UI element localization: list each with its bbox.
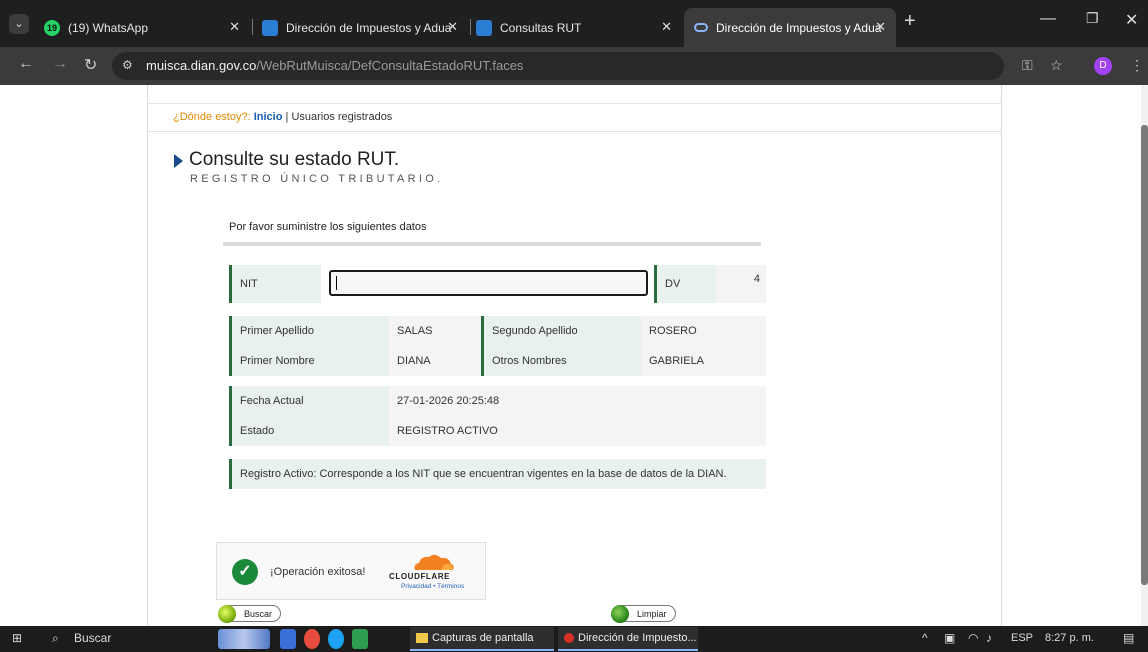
- cloudflare-cloud-icon: [414, 554, 454, 570]
- meet-icon[interactable]: ▣: [944, 631, 955, 645]
- nit-input[interactable]: [329, 270, 648, 296]
- nit-label: NIT: [229, 265, 321, 303]
- dian-favicon-icon: [262, 19, 278, 36]
- tab-title: (19) WhatsApp: [68, 20, 149, 35]
- otros-nombres-value: GABRIELA: [649, 355, 705, 367]
- limpiar-button[interactable]: Limpiar: [611, 605, 676, 623]
- otros-nombres-label: Otros Nombres: [492, 355, 567, 367]
- reload-icon[interactable]: ↻: [84, 55, 97, 75]
- clear-ball-icon: [611, 605, 629, 623]
- tab-dian-1[interactable]: Dirección de Impuestos y Adua ✕: [262, 8, 468, 47]
- dian-favicon-icon: [476, 19, 492, 36]
- tab-search-icon[interactable]: ⌄: [9, 14, 29, 34]
- form-prompt: Por favor suministre los siguientes dato…: [229, 221, 427, 233]
- menu-icon[interactable]: ⋮: [1130, 57, 1144, 74]
- url-text: muisca.dian.gov.co/WebRutMuisca/DefConsu…: [146, 58, 524, 73]
- name-values: SALAS DIANA: [389, 316, 481, 376]
- wifi-icon[interactable]: ◠: [968, 631, 978, 645]
- status-values: 27-01-2026 20:25:48 REGISTRO ACTIVO: [389, 386, 766, 446]
- back-icon[interactable]: ←: [18, 55, 34, 73]
- segundo-apellido-value: ROSERO: [649, 325, 697, 337]
- breadcrumb: ¿Dónde estoy?: Inicio | Usuarios registr…: [173, 111, 393, 123]
- divider: [223, 242, 761, 246]
- success-check-icon: ✓: [232, 559, 258, 585]
- tab-title: Dirección de Impuestos y Adua: [286, 20, 452, 35]
- start-icon[interactable]: ⊞: [12, 631, 22, 645]
- captcha-links[interactable]: Privacidad • Términos: [401, 583, 464, 590]
- search-ball-icon: [218, 605, 236, 623]
- title-arrow-icon: [174, 154, 183, 168]
- new-tab-button[interactable]: +: [904, 10, 916, 33]
- primer-apellido-label: Primer Apellido: [240, 325, 314, 337]
- notification-icon[interactable]: ▤: [1123, 631, 1134, 645]
- chrome-icon: [564, 633, 574, 643]
- fecha-label: Fecha Actual: [240, 395, 304, 407]
- page-subtitle: REGISTRO ÚNICO TRIBUTARIO.: [190, 173, 444, 185]
- buscar-button[interactable]: Buscar: [218, 605, 282, 623]
- windows-taskbar: ⊞ ⌕ Buscar Capturas de pantalla Direcció…: [0, 626, 1148, 652]
- widgets-icon[interactable]: [218, 629, 270, 649]
- cloudflare-logo: CLOUDFLARE: [389, 572, 451, 581]
- bookmark-star-icon[interactable]: ☆: [1050, 57, 1063, 74]
- dv-label: DV: [654, 265, 716, 303]
- folder-icon: [416, 633, 428, 643]
- page-viewport: ¿Dónde estoy?: Inicio | Usuarios registr…: [0, 85, 1148, 626]
- close-icon[interactable]: ✕: [229, 19, 240, 35]
- segundo-apellido-label: Segundo Apellido: [492, 325, 578, 337]
- page-title: Consulte su estado RUT.: [189, 149, 400, 170]
- primer-nombre-value: DIANA: [397, 355, 431, 367]
- tab-title: Dirección de Impuestos y Adua: [716, 20, 882, 35]
- captcha-message: ¡Operación exitosa!: [270, 566, 366, 578]
- taskbar-chrome[interactable]: Dirección de Impuesto...: [558, 627, 698, 651]
- close-icon[interactable]: ✕: [875, 19, 886, 35]
- key-icon[interactable]: ⚿: [1022, 57, 1033, 74]
- task-view-icon[interactable]: [280, 629, 296, 649]
- breadcrumb-home-link[interactable]: Inicio: [254, 111, 283, 123]
- sheets-icon[interactable]: [352, 629, 368, 649]
- tab-whatsapp[interactable]: 19 (19) WhatsApp ✕: [44, 8, 250, 47]
- dv-value: 4: [716, 265, 766, 303]
- scrollbar[interactable]: [1141, 85, 1148, 626]
- tab-title: Consultas RUT: [500, 20, 582, 35]
- estado-value: REGISTRO ACTIVO: [397, 425, 498, 437]
- window-close-icon[interactable]: ✕: [1125, 10, 1138, 30]
- breadcrumb-current: Usuarios registrados: [291, 111, 393, 123]
- cloudflare-widget[interactable]: ✓ ¡Operación exitosa! CLOUDFLARE Privaci…: [216, 542, 486, 600]
- tab-dian-active[interactable]: Dirección de Impuestos y Adua ✕: [684, 8, 896, 47]
- status-note: Registro Activo: Corresponde a los NIT q…: [229, 459, 766, 489]
- loading-icon: [694, 23, 708, 32]
- primer-apellido-value: SALAS: [397, 325, 433, 337]
- app-icon[interactable]: [304, 629, 320, 649]
- close-icon[interactable]: ✕: [447, 19, 458, 35]
- clock[interactable]: 8:27 p. m.: [1045, 632, 1094, 644]
- minimize-icon[interactable]: —: [1040, 10, 1056, 28]
- taskbar-explorer[interactable]: Capturas de pantalla: [410, 627, 554, 651]
- estado-label: Estado: [240, 425, 275, 437]
- search-icon[interactable]: ⌕: [52, 631, 59, 646]
- browser-tab-strip: ⌄ 19 (19) WhatsApp ✕ Dirección de Impues…: [0, 0, 1148, 47]
- tab-consultas-rut[interactable]: Consultas RUT ✕: [476, 8, 682, 47]
- restore-icon[interactable]: ❐: [1086, 10, 1099, 27]
- profile-avatar[interactable]: D: [1094, 57, 1112, 75]
- browser-toolbar: ← → ↻ ⚙ muisca.dian.gov.co/WebRutMuisca/…: [0, 47, 1148, 85]
- address-bar[interactable]: ⚙ muisca.dian.gov.co/WebRutMuisca/DefCon…: [112, 52, 1004, 80]
- site-info-icon[interactable]: ⚙: [122, 58, 133, 72]
- other-name-values: ROSERO GABRIELA: [641, 316, 766, 376]
- language-indicator[interactable]: ESP: [1011, 632, 1033, 644]
- chevron-up-icon[interactable]: ^: [922, 631, 928, 645]
- volume-icon[interactable]: ♪: [986, 631, 992, 645]
- name-labels: Primer Apellido Primer Nombre: [229, 316, 389, 376]
- primer-nombre-label: Primer Nombre: [240, 355, 315, 367]
- other-name-labels: Segundo Apellido Otros Nombres: [481, 316, 641, 376]
- forward-icon[interactable]: →: [52, 55, 68, 73]
- edge-icon[interactable]: [328, 629, 344, 649]
- status-labels: Fecha Actual Estado: [229, 386, 389, 446]
- taskbar-search[interactable]: Buscar: [74, 631, 111, 645]
- close-icon[interactable]: ✕: [661, 19, 672, 35]
- whatsapp-badge: 19: [44, 19, 60, 36]
- fecha-value: 27-01-2026 20:25:48: [397, 395, 500, 407]
